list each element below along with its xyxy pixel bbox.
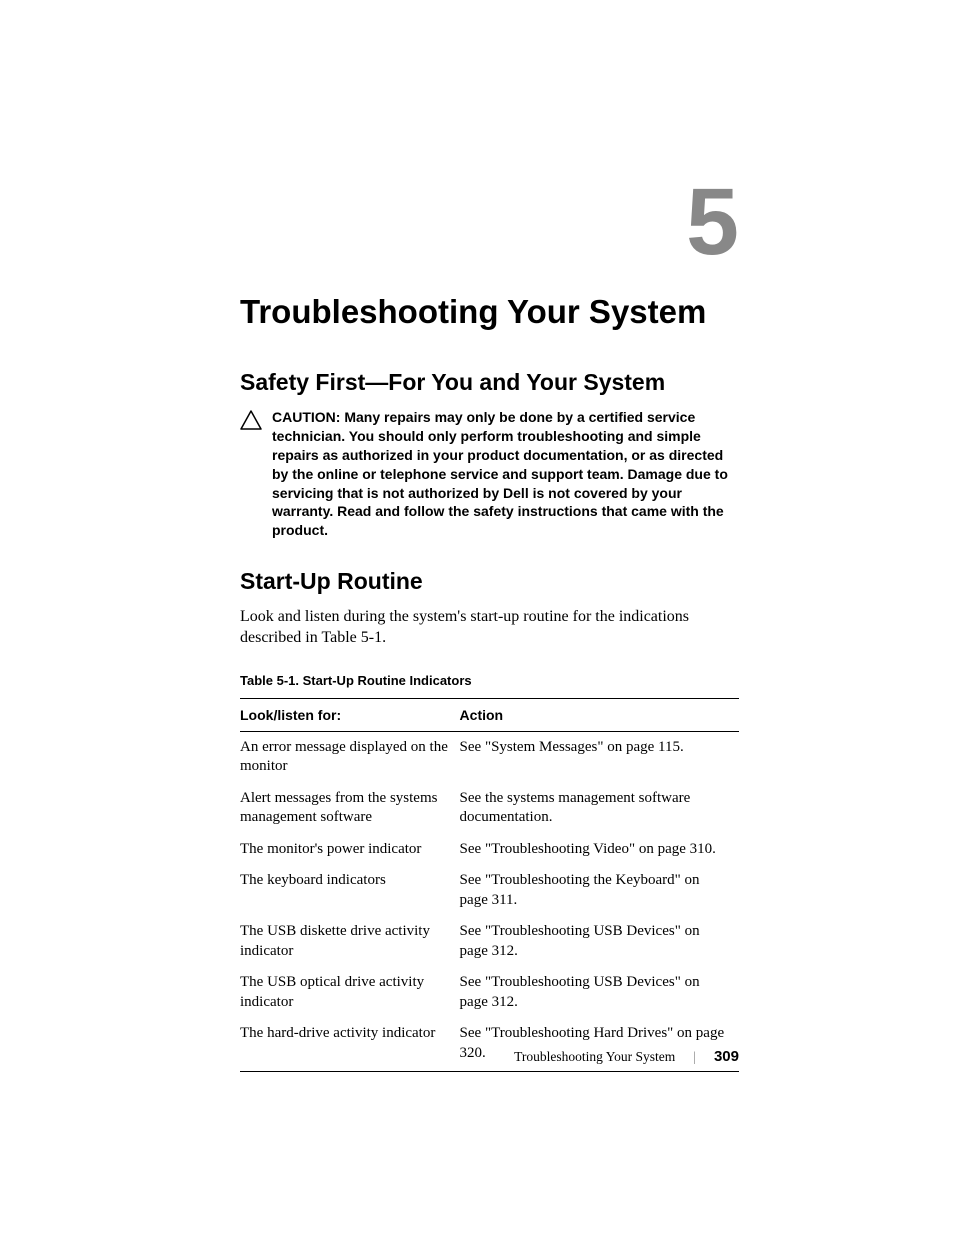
cell-look: The USB diskette drive activity indicato… bbox=[240, 916, 460, 967]
warning-triangle-icon bbox=[240, 410, 262, 435]
caution-text: CAUTION: Many repairs may only be done b… bbox=[272, 408, 729, 540]
page-number: 309 bbox=[714, 1048, 739, 1065]
table-header-action: Action bbox=[460, 698, 739, 731]
section-title-startup: Start-Up Routine bbox=[240, 568, 739, 595]
table-row: The monitor's power indicator See "Troub… bbox=[240, 834, 739, 866]
cell-action: See "Troubleshooting USB Devices" on pag… bbox=[460, 916, 739, 967]
chapter-number: 5 bbox=[686, 175, 739, 270]
table-row: The USB diskette drive activity indicato… bbox=[240, 916, 739, 967]
cell-action: See "Troubleshooting Video" on page 310. bbox=[460, 834, 739, 866]
section-title-safety: Safety First—For You and Your System bbox=[240, 369, 739, 396]
table-caption: Table 5-1. Start-Up Routine Indicators bbox=[240, 673, 739, 688]
caution-body: Many repairs may only be done by a certi… bbox=[272, 409, 728, 538]
table-row: Alert messages from the systems manageme… bbox=[240, 783, 739, 834]
cell-look: An error message displayed on the monito… bbox=[240, 731, 460, 783]
footer-title: Troubleshooting Your System bbox=[514, 1049, 675, 1065]
cell-action: See the systems management software docu… bbox=[460, 783, 739, 834]
table-header-look: Look/listen for: bbox=[240, 698, 460, 731]
chapter-title: Troubleshooting Your System bbox=[240, 293, 739, 331]
caution-label: CAUTION: bbox=[272, 409, 344, 425]
cell-look: The hard-drive activity indicator bbox=[240, 1018, 460, 1072]
cell-look: The USB optical drive activity indicator bbox=[240, 967, 460, 1018]
page-container: 5 Troubleshooting Your System Safety Fir… bbox=[0, 0, 954, 1235]
caution-block: CAUTION: Many repairs may only be done b… bbox=[240, 408, 739, 540]
table-row: An error message displayed on the monito… bbox=[240, 731, 739, 783]
startup-indicators-table: Look/listen for: Action An error message… bbox=[240, 698, 739, 1073]
cell-action: See "Troubleshooting USB Devices" on pag… bbox=[460, 967, 739, 1018]
table-row: The USB optical drive activity indicator… bbox=[240, 967, 739, 1018]
table-row: The keyboard indicators See "Troubleshoo… bbox=[240, 865, 739, 916]
page-footer: Troubleshooting Your System | 309 bbox=[514, 1048, 739, 1065]
cell-action: See "Troubleshooting the Keyboard" on pa… bbox=[460, 865, 739, 916]
cell-look: The keyboard indicators bbox=[240, 865, 460, 916]
cell-look: The monitor's power indicator bbox=[240, 834, 460, 866]
startup-body-text: Look and listen during the system's star… bbox=[240, 607, 739, 649]
footer-divider: | bbox=[693, 1049, 696, 1065]
cell-look: Alert messages from the systems manageme… bbox=[240, 783, 460, 834]
cell-action: See "System Messages" on page 115. bbox=[460, 731, 739, 783]
